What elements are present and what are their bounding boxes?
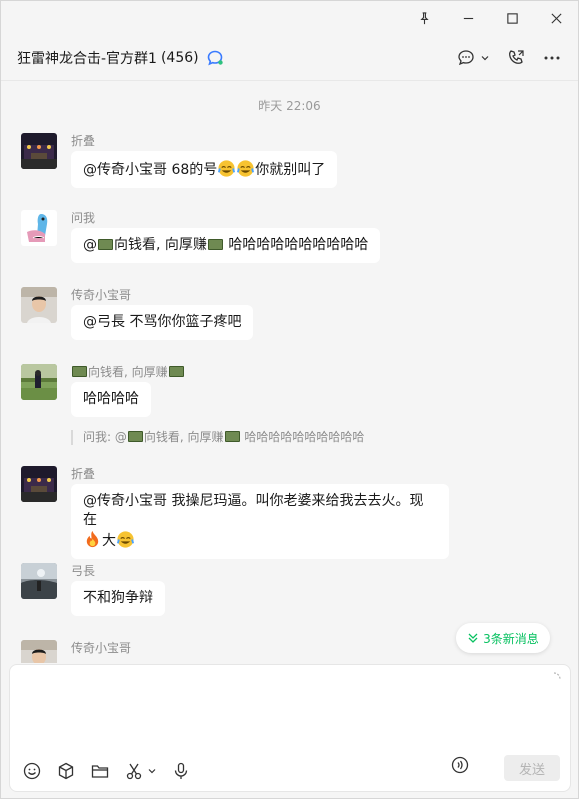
emoji-icon (23, 762, 41, 780)
message-bubble[interactable]: @ 向钱看, 向厚赚 哈哈哈哈哈哈哈哈哈哈 (71, 228, 381, 263)
quote-text: 哈哈哈哈哈哈哈哈哈哈 (240, 430, 365, 444)
laugh-cry-emoji-icon (237, 160, 255, 177)
avatar[interactable] (21, 287, 57, 323)
screenshot-button[interactable] (124, 761, 157, 781)
maximize-icon (506, 12, 518, 24)
chat-bubble-icon (458, 49, 474, 65)
double-chevron-down-icon (468, 633, 478, 643)
sender-name[interactable]: 向钱看, 向厚赚 (71, 363, 185, 380)
message-text: @传奇小宝哥 68的号 (83, 162, 218, 178)
voice-input-button[interactable] (450, 755, 470, 779)
pin-icon (419, 11, 429, 24)
money-emoji-icon (207, 239, 223, 250)
more-button[interactable] (542, 48, 562, 68)
call-button[interactable] (506, 48, 526, 68)
box-icon (58, 762, 74, 780)
resize-icon (553, 672, 561, 680)
voice-message-button[interactable] (171, 761, 191, 781)
avatar[interactable] (21, 563, 57, 599)
minimize-icon (463, 17, 473, 19)
avatar[interactable] (21, 364, 57, 400)
money-emoji-icon (127, 431, 143, 442)
voice-input-icon (451, 756, 469, 774)
group-title[interactable]: 狂雷神龙合击-官方群1 (17, 48, 157, 68)
mic-icon (174, 762, 188, 779)
member-count: (456) (160, 49, 199, 66)
close-button[interactable] (534, 1, 578, 35)
sender-name[interactable]: 折叠 (71, 465, 95, 482)
message-bubble[interactable]: 哈哈哈哈 (71, 382, 151, 417)
avatar[interactable] (21, 466, 57, 502)
minimize-button[interactable] (446, 1, 490, 35)
message-bubble[interactable]: 不和狗争辩 (71, 581, 165, 616)
avatar[interactable] (21, 133, 57, 169)
message-text: 大 (102, 533, 116, 549)
avatar[interactable] (21, 640, 57, 663)
quote-text: 向钱看, 向厚赚 (143, 430, 224, 444)
title-bar (1, 1, 578, 35)
more-icon (544, 56, 560, 59)
time-separator: 昨天 22:06 (258, 99, 321, 113)
money-emoji-icon (224, 431, 240, 442)
message-text: @传奇小宝哥 我操尼玛逼。叫你老婆来给我去去火。现在 (83, 493, 424, 528)
quote-text: 问我: @ (83, 430, 127, 444)
sticker-button[interactable] (56, 761, 76, 781)
avatar[interactable] (21, 210, 57, 246)
fire-emoji-icon (86, 530, 99, 548)
emoji-button[interactable] (22, 761, 42, 781)
message-text: 向钱看, 向厚赚 (114, 237, 207, 253)
chat-window: 狂雷神龙合击-官方群1 (456) 昨天 22:06 折叠 @传奇小宝哥 68的… (0, 0, 579, 799)
money-emoji-icon (168, 366, 184, 377)
money-emoji-icon (98, 239, 113, 250)
message-text: 哈哈哈哈哈哈哈哈哈哈 (223, 237, 369, 253)
message-text: @ (83, 237, 97, 253)
sender-name-text: 向钱看, 向厚赚 (88, 365, 168, 379)
close-icon (550, 12, 562, 24)
message-bubble[interactable]: @弓長 不骂你你篮子疼吧 (71, 305, 254, 340)
pin-button[interactable] (402, 1, 446, 35)
sender-name[interactable]: 折叠 (71, 132, 95, 149)
message-bubble[interactable]: @传奇小宝哥 我操尼玛逼。叫你老婆来给我去去火。现在大 (71, 484, 449, 559)
message-input[interactable]: 发送 (9, 664, 571, 792)
sender-name[interactable]: 传奇小宝哥 (71, 286, 131, 303)
input-toolbar (22, 761, 191, 781)
sender-name[interactable]: 问我 (71, 209, 95, 226)
scissors-icon (126, 763, 142, 780)
message-text: 你就别叫了 (255, 162, 326, 178)
folder-icon (91, 765, 109, 778)
call-icon (509, 49, 524, 64)
message-list[interactable]: 昨天 22:06 折叠 @传奇小宝哥 68的号 你就别叫了 问我 @ 向钱看, 向厚… (1, 82, 578, 663)
quoted-message[interactable]: 问我: @ 向钱看, 向厚赚 哈哈哈哈哈哈哈哈哈哈 (71, 430, 364, 445)
chat-header: 狂雷神龙合击-官方群1 (456) (1, 35, 578, 81)
chevron-down-icon (481, 55, 489, 60)
chevron-down-icon (148, 769, 156, 774)
sender-name[interactable]: 弓長 (71, 562, 95, 579)
sender-name[interactable]: 传奇小宝哥 (71, 639, 131, 656)
laugh-cry-emoji-icon (218, 160, 236, 177)
send-button[interactable]: 发送 (504, 755, 560, 781)
maximize-button[interactable] (490, 1, 534, 35)
ai-chat-icon[interactable] (206, 49, 224, 67)
laugh-cry-emoji-icon (116, 531, 135, 548)
new-messages-button[interactable]: 3条新消息 (456, 623, 550, 653)
chat-mode-button[interactable] (456, 48, 490, 68)
new-messages-label: 3条新消息 (483, 631, 539, 646)
money-emoji-icon (72, 366, 87, 377)
message-bubble[interactable]: @传奇小宝哥 68的号 你就别叫了 (71, 151, 338, 188)
file-button[interactable] (90, 761, 110, 781)
